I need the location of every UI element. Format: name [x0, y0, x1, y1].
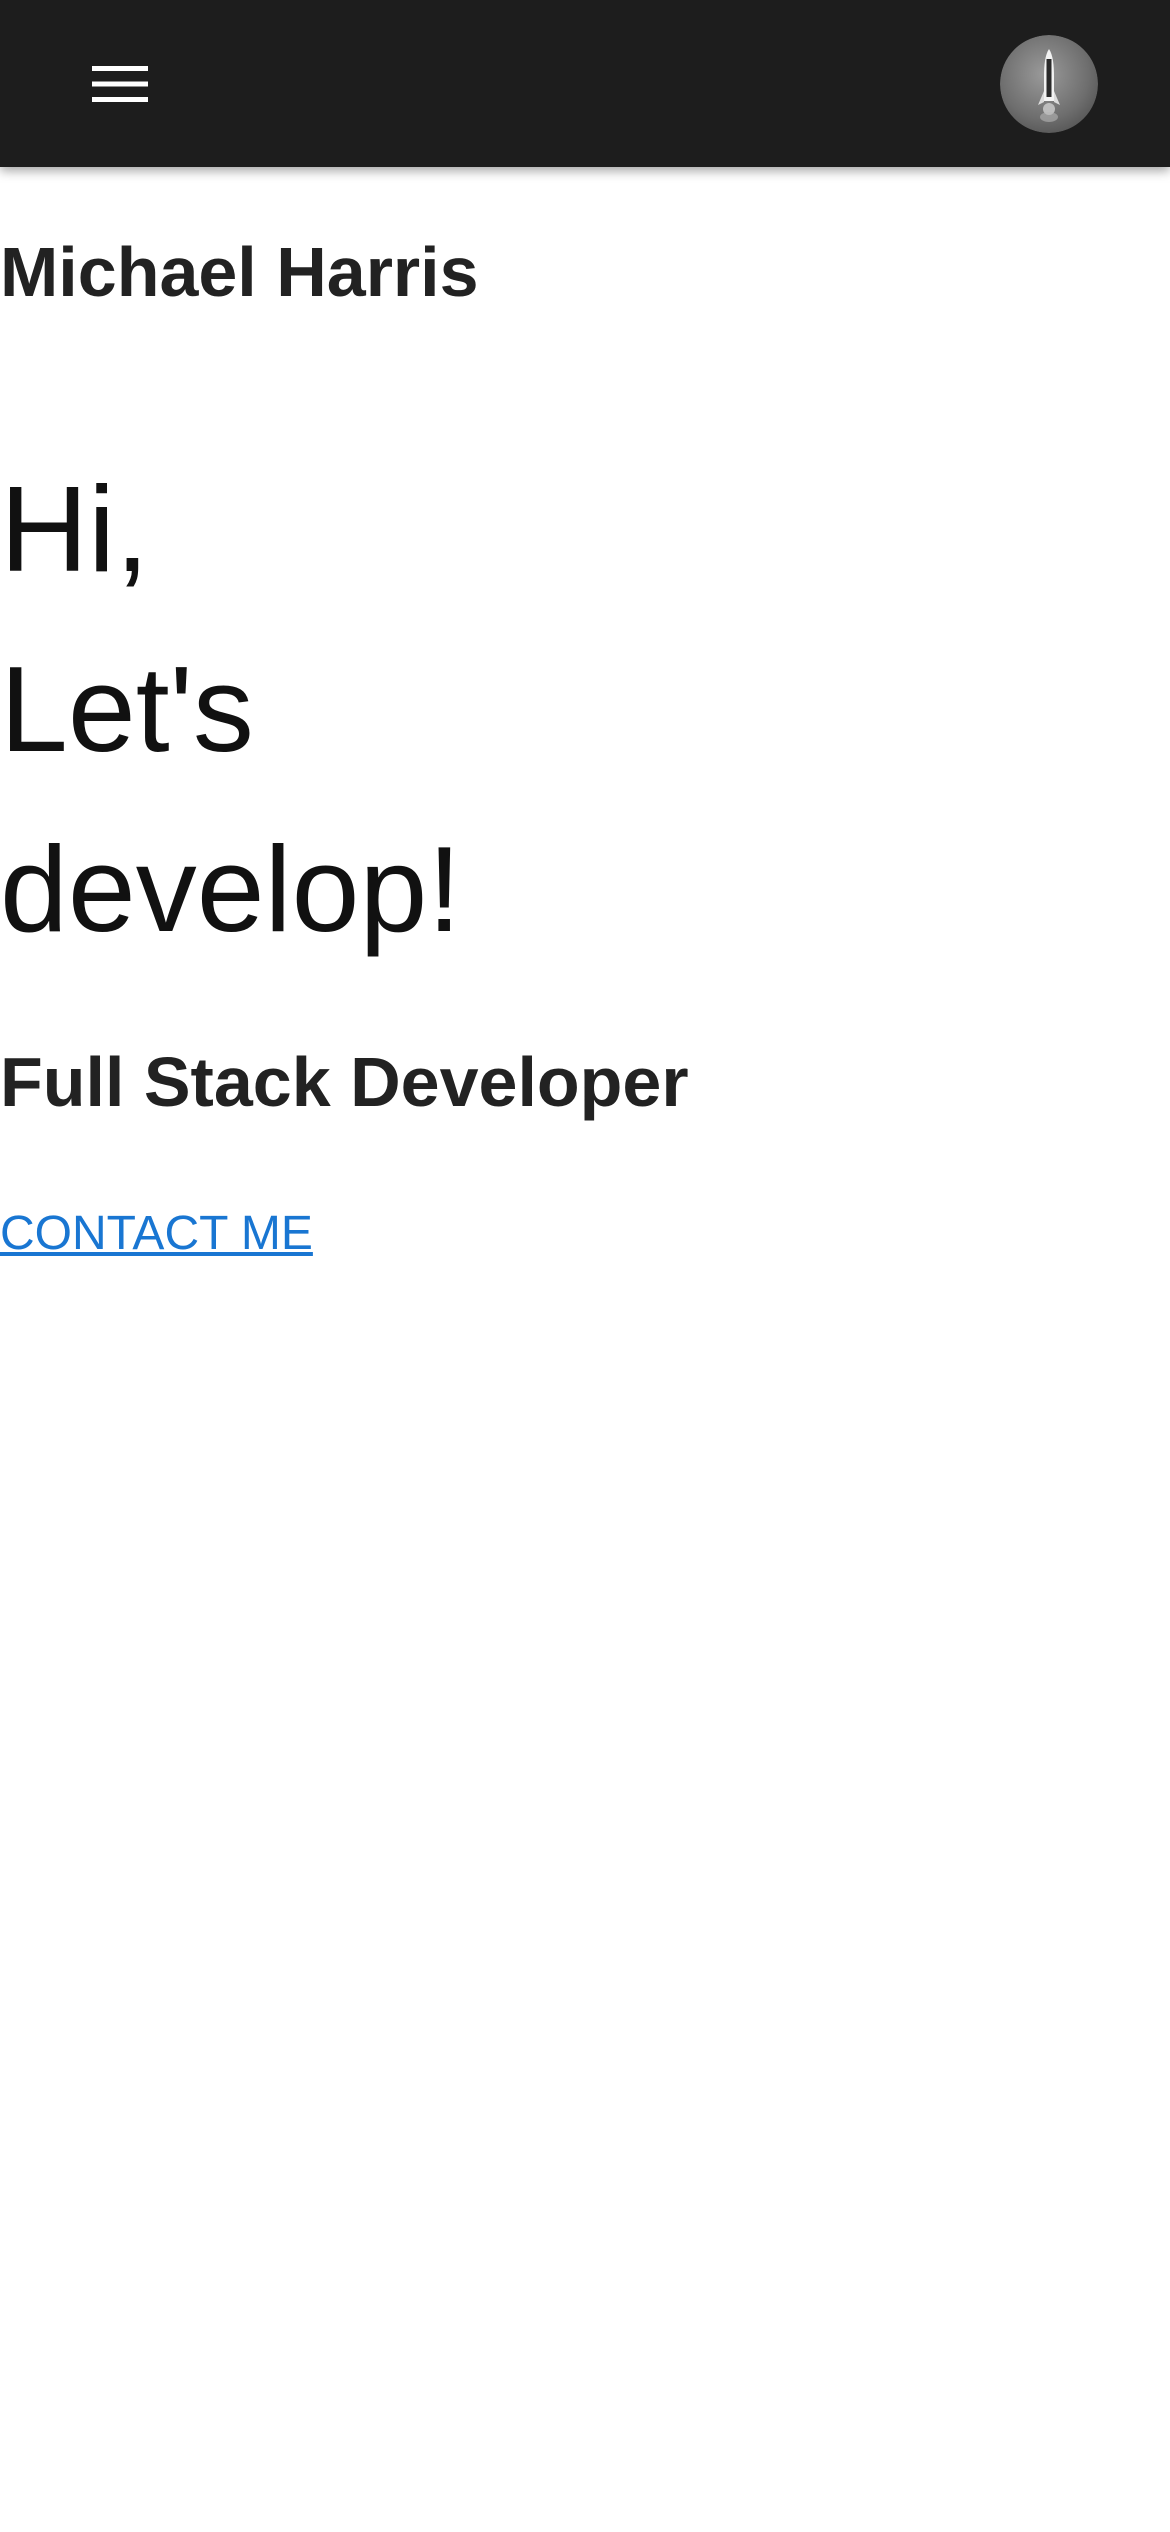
app-bar	[0, 0, 1170, 167]
rocket-icon	[1000, 35, 1098, 133]
greeting-line: Hi,	[0, 461, 150, 597]
greeting-line: develop!	[0, 821, 462, 957]
hamburger-menu-icon	[92, 64, 148, 104]
site-name: Michael Harris	[0, 233, 479, 311]
greeting-line: Let's	[0, 641, 254, 777]
menu-button[interactable]	[72, 44, 168, 124]
role-title: Full Stack Developer	[0, 1043, 689, 1121]
greeting-heading: Hi, Let's develop!	[0, 439, 461, 979]
contact-me-link[interactable]: CONTACT ME	[0, 1210, 313, 1258]
avatar[interactable]	[1000, 35, 1098, 133]
